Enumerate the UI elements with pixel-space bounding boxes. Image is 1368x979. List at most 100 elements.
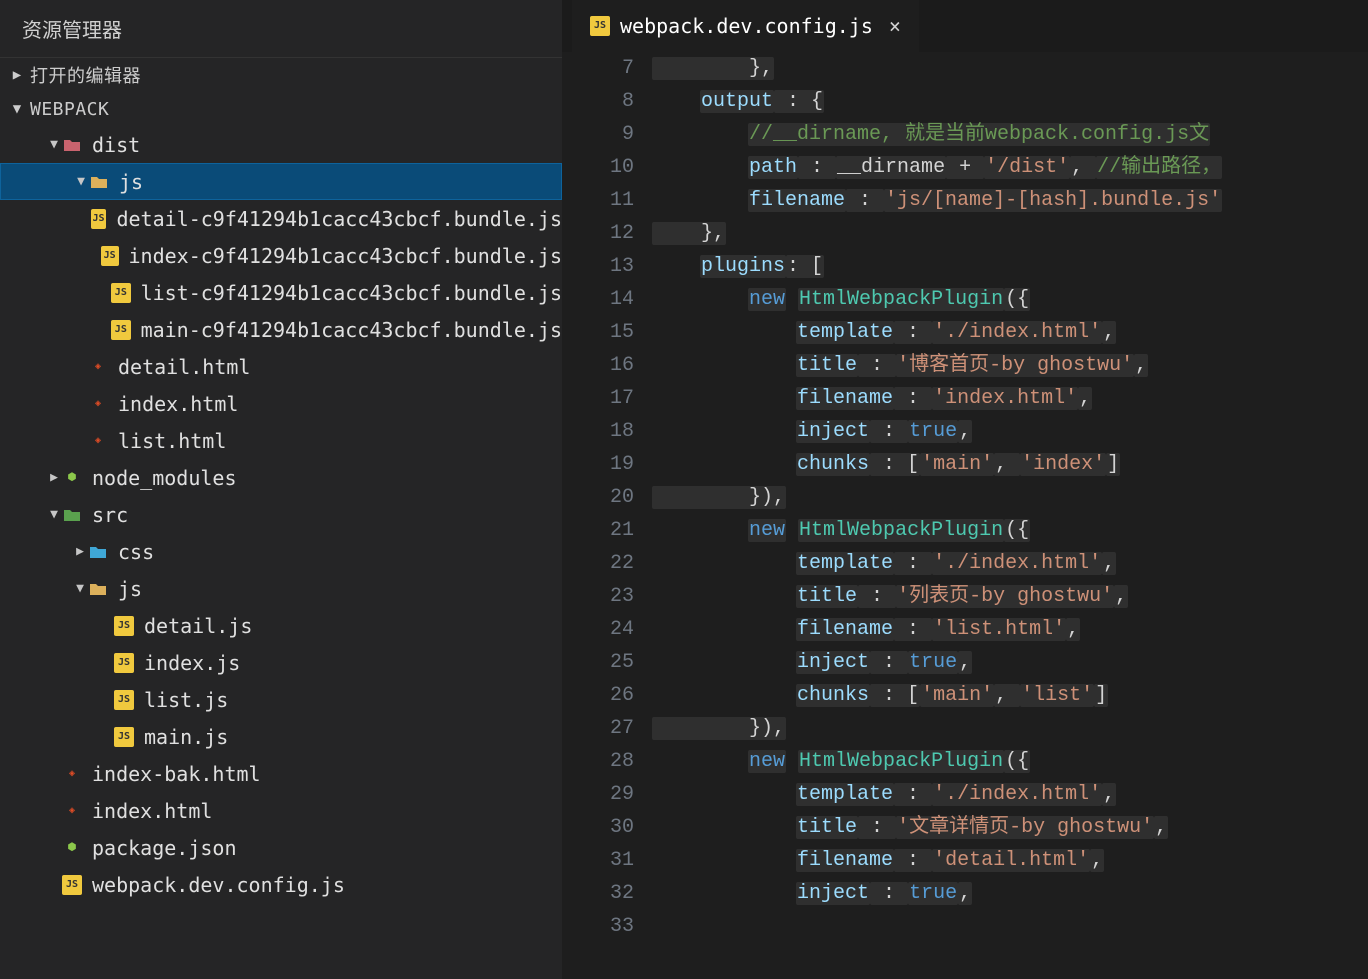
file-root-index-html[interactable]: ◈ index.html bbox=[0, 792, 562, 829]
file-label: detail.html bbox=[118, 355, 250, 379]
file-label: dist bbox=[92, 133, 140, 157]
close-icon[interactable]: × bbox=[889, 14, 901, 38]
code-line: //__dirname, 就是当前webpack.config.js文 bbox=[652, 118, 1368, 151]
project-section[interactable]: ▼ WEBPACK bbox=[0, 92, 562, 126]
file-label: index.html bbox=[118, 392, 238, 416]
folder-green-icon bbox=[62, 505, 82, 525]
line-number: 21 bbox=[562, 514, 634, 547]
code-line: filename : 'js/[name]-[hash].bundle.js' bbox=[652, 184, 1368, 217]
file-label: js bbox=[119, 170, 143, 194]
code-line: plugins: [ bbox=[652, 250, 1368, 283]
js-icon: JS bbox=[91, 209, 107, 229]
editor-panel: JS webpack.dev.config.js × 7891011121314… bbox=[562, 0, 1368, 979]
file-label: list.js bbox=[144, 688, 228, 712]
line-number: 25 bbox=[562, 646, 634, 679]
code-line: inject : true, bbox=[652, 646, 1368, 679]
line-number: 15 bbox=[562, 316, 634, 349]
line-number: 16 bbox=[562, 349, 634, 382]
code-line: path : __dirname + '/dist', //输出路径， bbox=[652, 151, 1368, 184]
line-number: 7 bbox=[562, 52, 634, 85]
js-icon: JS bbox=[114, 727, 134, 747]
file-label: webpack.dev.config.js bbox=[92, 873, 345, 897]
line-number: 20 bbox=[562, 481, 634, 514]
line-number: 26 bbox=[562, 679, 634, 712]
line-number: 12 bbox=[562, 217, 634, 250]
line-number: 23 bbox=[562, 580, 634, 613]
code-line: }), bbox=[652, 712, 1368, 745]
file-main-bundle[interactable]: JS main-c9f41294b1cacc43cbcf.bundle.js bbox=[0, 311, 562, 348]
js-icon: JS bbox=[590, 16, 610, 36]
js-icon: JS bbox=[114, 690, 134, 710]
chevron-right-icon: ▶ bbox=[8, 67, 26, 83]
folder-css[interactable]: ▶css bbox=[0, 533, 562, 570]
line-number: 19 bbox=[562, 448, 634, 481]
file-list-html[interactable]: ◈list.html bbox=[0, 422, 562, 459]
folder-node-modules[interactable]: ▶⬢node_modules bbox=[0, 459, 562, 496]
line-number: 18 bbox=[562, 415, 634, 448]
file-label: package.json bbox=[92, 836, 237, 860]
file-label: index.html bbox=[92, 799, 212, 823]
file-detail-bundle[interactable]: JS detail-c9f41294b1cacc43cbcf.bundle.js bbox=[0, 200, 562, 237]
file-label: main-c9f41294b1cacc43cbcf.bundle.js bbox=[141, 318, 562, 342]
editor-tab[interactable]: JS webpack.dev.config.js × bbox=[572, 0, 919, 52]
file-label: detail-c9f41294b1cacc43cbcf.bundle.js bbox=[116, 207, 562, 231]
chevron-down-icon: ▼ bbox=[46, 137, 62, 152]
open-editors-label: 打开的编辑器 bbox=[30, 62, 141, 88]
node-icon: ⬢ bbox=[62, 838, 82, 858]
file-detail-js[interactable]: JS detail.js bbox=[0, 607, 562, 644]
file-main-js[interactable]: JS main.js bbox=[0, 718, 562, 755]
html-icon: ◈ bbox=[62, 801, 82, 821]
code-line: }, bbox=[652, 217, 1368, 250]
line-number: 32 bbox=[562, 877, 634, 910]
code-line: chunks : ['main', 'list'] bbox=[652, 679, 1368, 712]
line-number: 27 bbox=[562, 712, 634, 745]
file-index-js[interactable]: JSindex.js bbox=[0, 644, 562, 681]
line-number: 31 bbox=[562, 844, 634, 877]
code-line: template : './index.html', bbox=[652, 316, 1368, 349]
folder-dist-js[interactable]: ▼ js bbox=[0, 163, 562, 200]
file-label: main.js bbox=[144, 725, 228, 749]
explorer-title: 资源管理器 bbox=[22, 14, 122, 43]
chevron-right-icon: ▶ bbox=[46, 470, 62, 485]
line-number: 33 bbox=[562, 910, 634, 943]
folder-src[interactable]: ▼ src bbox=[0, 496, 562, 533]
file-index-bak-html[interactable]: ◈index-bak.html bbox=[0, 755, 562, 792]
file-index-bundle[interactable]: JS index-c9f41294b1cacc43cbcf.bundle.js bbox=[0, 237, 562, 274]
folder-src-js[interactable]: ▼js bbox=[0, 570, 562, 607]
file-package-json[interactable]: ⬢ package.json bbox=[0, 829, 562, 866]
js-icon: JS bbox=[101, 246, 119, 266]
code-area[interactable]: 7891011121314151617181920212223242526272… bbox=[562, 52, 1368, 979]
chevron-down-icon: ▼ bbox=[73, 174, 89, 189]
file-dist-index-html[interactable]: ◈index.html bbox=[0, 385, 562, 422]
folder-dist[interactable]: ▼ dist bbox=[0, 126, 562, 163]
line-number: 30 bbox=[562, 811, 634, 844]
line-number: 22 bbox=[562, 547, 634, 580]
folder-blue-icon bbox=[88, 542, 108, 562]
file-label: index-c9f41294b1cacc43cbcf.bundle.js bbox=[129, 244, 562, 268]
file-webpack-config[interactable]: JSwebpack.dev.config.js bbox=[0, 866, 562, 903]
code-line: title : '博客首页-by ghostwu', bbox=[652, 349, 1368, 382]
tab-bar: JS webpack.dev.config.js × bbox=[562, 0, 1368, 52]
code-line: filename : 'detail.html', bbox=[652, 844, 1368, 877]
chevron-down-icon: ▼ bbox=[46, 507, 62, 522]
file-detail-html[interactable]: ◈detail.html bbox=[0, 348, 562, 385]
folder-yellow-icon bbox=[88, 579, 108, 599]
code-line: chunks : ['main', 'index'] bbox=[652, 448, 1368, 481]
explorer-panel: 资源管理器 ▶ 打开的编辑器 ▼ WEBPACK ▼dist▼jsJSdetai… bbox=[0, 0, 562, 979]
code-content[interactable]: }, output : { //__dirname, 就是当前webpack.c… bbox=[652, 52, 1368, 979]
line-number-gutter: 7891011121314151617181920212223242526272… bbox=[562, 52, 652, 979]
code-line: output : { bbox=[652, 85, 1368, 118]
file-list-js[interactable]: JS list.js bbox=[0, 681, 562, 718]
file-label: detail.js bbox=[144, 614, 252, 638]
open-editors-section[interactable]: ▶ 打开的编辑器 bbox=[0, 58, 562, 92]
file-label: node_modules bbox=[92, 466, 237, 490]
file-tree: ▼dist▼jsJSdetail-c9f41294b1cacc43cbcf.bu… bbox=[0, 126, 562, 903]
js-icon: JS bbox=[111, 320, 130, 340]
js-icon: JS bbox=[114, 616, 134, 636]
line-number: 10 bbox=[562, 151, 634, 184]
file-label: src bbox=[92, 503, 128, 527]
file-list-bundle[interactable]: JSlist-c9f41294b1cacc43cbcf.bundle.js bbox=[0, 274, 562, 311]
explorer-header: 资源管理器 bbox=[0, 0, 562, 58]
code-line: new HtmlWebpackPlugin({ bbox=[652, 745, 1368, 778]
code-line: filename : 'list.html', bbox=[652, 613, 1368, 646]
